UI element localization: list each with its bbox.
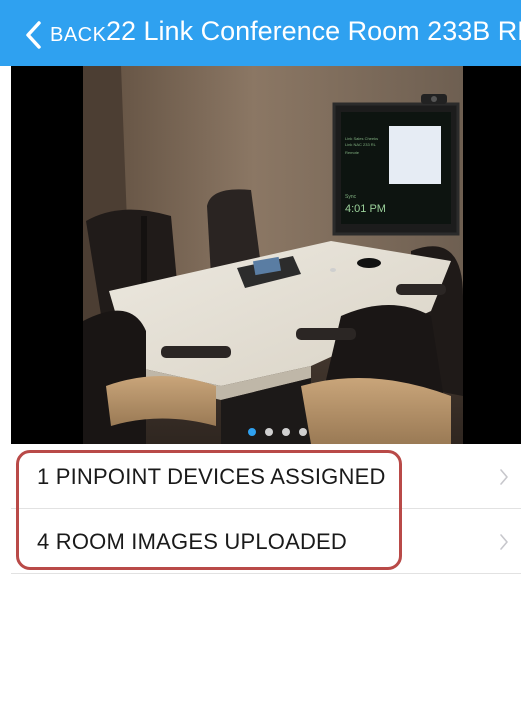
list-item-room-images[interactable]: 4 ROOM IMAGES UPLOADED [11,509,521,574]
screen-line-2: Link NAC 233 RL [345,142,377,147]
room-photo: Link Sales Cheeks Link NAC 233 RL Remote… [11,66,521,444]
carousel-dot[interactable] [298,428,307,436]
carousel-dot[interactable] [281,428,290,436]
carousel-dot[interactable] [264,428,273,436]
chevron-right-icon [500,469,508,485]
room-image-carousel[interactable]: Link Sales Cheeks Link NAC 233 RL Remote… [11,66,521,444]
carousel-page-indicator [11,428,521,436]
room-detail-list: 1 PINPOINT DEVICES ASSIGNED 4 ROOM IMAGE… [11,444,521,574]
back-label: BACK [50,23,107,46]
carousel-dot[interactable] [247,428,256,436]
list-item-label: 4 ROOM IMAGES UPLOADED [37,529,348,554]
list-item-pinpoint-devices[interactable]: 1 PINPOINT DEVICES ASSIGNED [11,444,521,509]
nav-header: BACK 22 Link Conference Room 233B RL [0,0,521,66]
screen-line-1: Link Sales Cheeks [345,136,378,141]
screen-label: Sync [345,194,357,200]
page-title: 22 Link Conference Room 233B RL [106,16,521,46]
chevron-right-icon [500,534,508,550]
back-button[interactable]: BACK [24,18,106,52]
chevron-left-icon [26,21,41,49]
list-item-label: 1 PINPOINT DEVICES ASSIGNED [37,464,386,489]
screen-time: 4:01 PM [345,203,386,215]
screen-line-3: Remote [345,150,360,155]
